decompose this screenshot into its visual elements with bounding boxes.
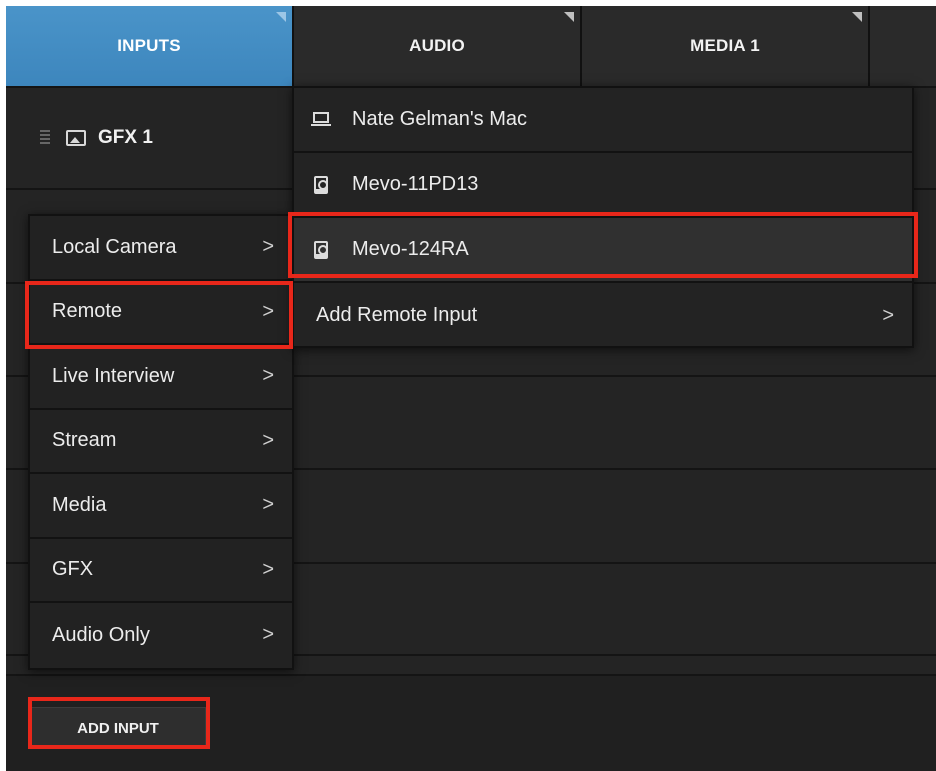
submenu-item-mevo-124ra[interactable]: Mevo-124RA [294, 218, 912, 283]
tab-inputs-label: INPUTS [117, 36, 181, 55]
submenu-item-nate-gelmans-mac[interactable]: Nate Gelman's Mac [294, 88, 912, 153]
add-input-button[interactable]: ADD INPUT [30, 707, 206, 749]
menu-item-local-camera[interactable]: Local Camera > [30, 216, 292, 281]
chevron-right-icon: > [262, 300, 274, 323]
menu-item-stream[interactable]: Stream > [30, 410, 292, 474]
menu-item-audio-only[interactable]: Audio Only > [30, 603, 292, 668]
menu-item-gfx[interactable]: GFX > [30, 539, 292, 603]
menu-item-label: Audio Only [52, 623, 150, 646]
submenu-item-label: Mevo-11PD13 [352, 173, 479, 195]
laptop-icon [310, 111, 332, 128]
app-window: INPUTS AUDIO MEDIA 1 GFX 1 ADD INPUT Loc… [6, 6, 936, 771]
menu-item-label: Remote [52, 300, 123, 323]
add-input-menu: Local Camera > Remote > Live Interview >… [28, 214, 294, 670]
input-row-label: GFX 1 [98, 127, 153, 148]
menu-item-media[interactable]: Media > [30, 474, 292, 539]
menu-item-label: Stream [52, 429, 117, 452]
chevron-right-icon: > [262, 558, 274, 581]
bottom-bar: ADD INPUT [6, 674, 936, 771]
submenu-item-label: Nate Gelman's Mac [352, 108, 527, 130]
chevron-right-icon: > [262, 235, 274, 258]
menu-item-label: GFX [52, 558, 94, 581]
camera-icon [310, 175, 332, 194]
menu-item-label: Live Interview [52, 364, 175, 387]
tab-corner-icon [276, 12, 286, 22]
tab-audio-label: AUDIO [409, 36, 465, 55]
remote-submenu: Nate Gelman's Mac Mevo-11PD13 Mevo-124RA… [292, 86, 914, 348]
tab-media-1[interactable]: MEDIA 1 [582, 6, 870, 86]
tab-media-1-label: MEDIA 1 [690, 36, 760, 55]
menu-item-label: Media [52, 493, 107, 516]
chevron-right-icon: > [262, 623, 274, 646]
submenu-item-mevo-11pd13[interactable]: Mevo-11PD13 [294, 153, 912, 218]
chevron-right-icon: > [262, 429, 274, 452]
chevron-right-icon: > [262, 364, 274, 387]
submenu-item-add-remote-input[interactable]: Add Remote Input > [294, 283, 912, 348]
tab-inputs[interactable]: INPUTS [6, 6, 294, 86]
camera-icon [310, 240, 332, 259]
chevron-right-icon: > [262, 493, 274, 516]
tab-audio[interactable]: AUDIO [294, 6, 582, 86]
submenu-item-label: Mevo-124RA [352, 238, 469, 260]
tab-overflow[interactable] [870, 6, 936, 86]
image-icon [66, 130, 86, 146]
input-row-gfx-1[interactable]: GFX 1 [6, 88, 294, 188]
tab-bar: INPUTS AUDIO MEDIA 1 [6, 6, 936, 86]
tab-corner-icon [852, 12, 862, 22]
menu-item-label: Local Camera [52, 235, 177, 258]
drag-handle-icon[interactable] [40, 130, 50, 146]
tab-corner-icon [564, 12, 574, 22]
menu-item-live-interview[interactable]: Live Interview > [30, 345, 292, 410]
menu-item-remote[interactable]: Remote > [30, 281, 292, 345]
submenu-item-label: Add Remote Input [316, 304, 478, 326]
chevron-right-icon: > [882, 304, 894, 326]
